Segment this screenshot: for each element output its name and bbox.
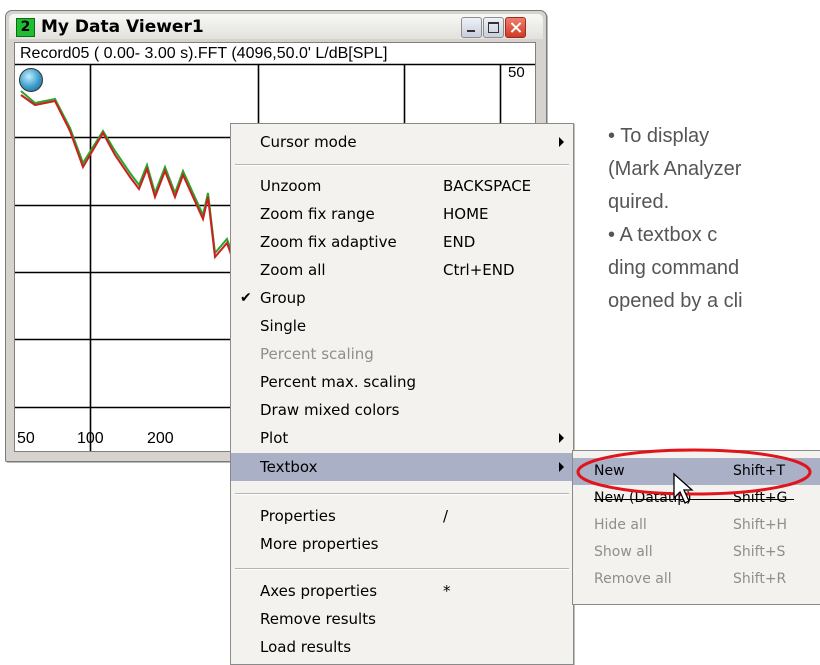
side-text-line: quired. [608, 191, 670, 213]
menu-item-draw-mixed-colors[interactable]: Draw mixed colors [231, 396, 573, 424]
menu-item-zoom-fix-range[interactable]: Zoom fix range HOME [231, 200, 573, 228]
shortcut-label: END [443, 233, 476, 251]
menu-item-axes-properties[interactable]: Axes properties * [231, 577, 573, 605]
side-text-line: • A textbox c [608, 224, 718, 246]
menu-item-percent-scaling: Percent scaling [260, 345, 374, 363]
close-button[interactable] [505, 17, 526, 38]
menu-item-load-results[interactable]: Load results [231, 633, 573, 661]
shortcut-label: HOME [443, 205, 489, 223]
menu-item-zoom-fix-adaptive[interactable]: Zoom fix adaptive END [231, 228, 573, 256]
x-tick-label: 100 [77, 430, 104, 447]
shortcut-label: Shift+R [733, 571, 787, 587]
context-menu: Cursor mode Unzoom BACKSPACE Zoom fix ra… [230, 123, 574, 665]
side-text-line: ding command [608, 257, 740, 279]
shortcut-label: Shift+S [733, 544, 786, 560]
menu-item-remove-results[interactable]: Remove results [231, 605, 573, 633]
shortcut-label: Shift+T [733, 463, 786, 479]
side-text-line: (Mark Analyzer [608, 158, 742, 180]
submenu-item-remove-all: Remove all Shift+R [573, 566, 820, 593]
menu-item-single[interactable]: Single [231, 312, 573, 340]
title-bar[interactable]: 2 My Data Viewer1 [9, 14, 543, 39]
menu-item-unzoom[interactable]: Unzoom BACKSPACE [231, 172, 573, 200]
checkmark-icon: ✔ [240, 290, 252, 306]
menu-separator [235, 164, 569, 166]
submenu-item-new-datatip[interactable]: New (Datatip) Shift+G [573, 485, 820, 512]
minimize-button[interactable] [461, 17, 482, 38]
submenu-arrow-icon [559, 137, 564, 147]
menu-item-more-properties[interactable]: More properties [231, 530, 573, 558]
cursor-knob-icon[interactable] [19, 68, 43, 92]
menu-separator [235, 568, 569, 570]
submenu-item-new[interactable]: New Shift+T [573, 458, 820, 485]
submenu-item-show-all: Show all Shift+S [573, 539, 820, 566]
menu-item-cursor-mode[interactable]: Cursor mode [231, 128, 573, 156]
submenu-arrow-icon [559, 462, 564, 472]
menu-item-group[interactable]: ✔ Group [231, 284, 573, 312]
shortcut-label: * [443, 582, 451, 600]
menu-separator [235, 493, 569, 495]
shortcut-label: Shift+H [733, 517, 788, 533]
submenu-item-hide-all: Hide all Shift+H [573, 512, 820, 539]
shortcut-label: Ctrl+END [443, 261, 515, 279]
plot-header: Record05 ( 0.00- 3.00 s).FFT (4096,50.0'… [20, 45, 388, 62]
window-number-badge: 2 [16, 18, 35, 37]
menu-item-zoom-all[interactable]: Zoom all Ctrl+END [231, 256, 573, 284]
menu-item-plot[interactable]: Plot [231, 424, 573, 452]
side-text-line: opened by a cli [608, 290, 743, 312]
menu-item-percent-max-scaling[interactable]: Percent max. scaling [231, 368, 573, 396]
submenu-arrow-icon [559, 433, 564, 443]
shortcut-label: BACKSPACE [443, 177, 532, 195]
y-tick-label: 50 [508, 64, 525, 81]
side-text-line: • To display [608, 125, 710, 147]
maximize-button[interactable] [483, 17, 504, 38]
x-tick-label: 200 [147, 430, 174, 447]
textbox-submenu: New Shift+T New (Datatip) Shift+G Hide a… [572, 450, 820, 605]
side-text: • To display (Mark Analyzer quired. • A … [608, 120, 820, 318]
strike-line [594, 499, 794, 500]
window-title: My Data Viewer1 [41, 17, 204, 37]
series-red [20, 94, 233, 260]
shortcut-label: / [443, 507, 449, 525]
menu-item-textbox[interactable]: Textbox [231, 453, 573, 481]
menu-item-properties[interactable]: Properties / [231, 502, 573, 530]
x-tick-label: 50 [17, 430, 35, 447]
